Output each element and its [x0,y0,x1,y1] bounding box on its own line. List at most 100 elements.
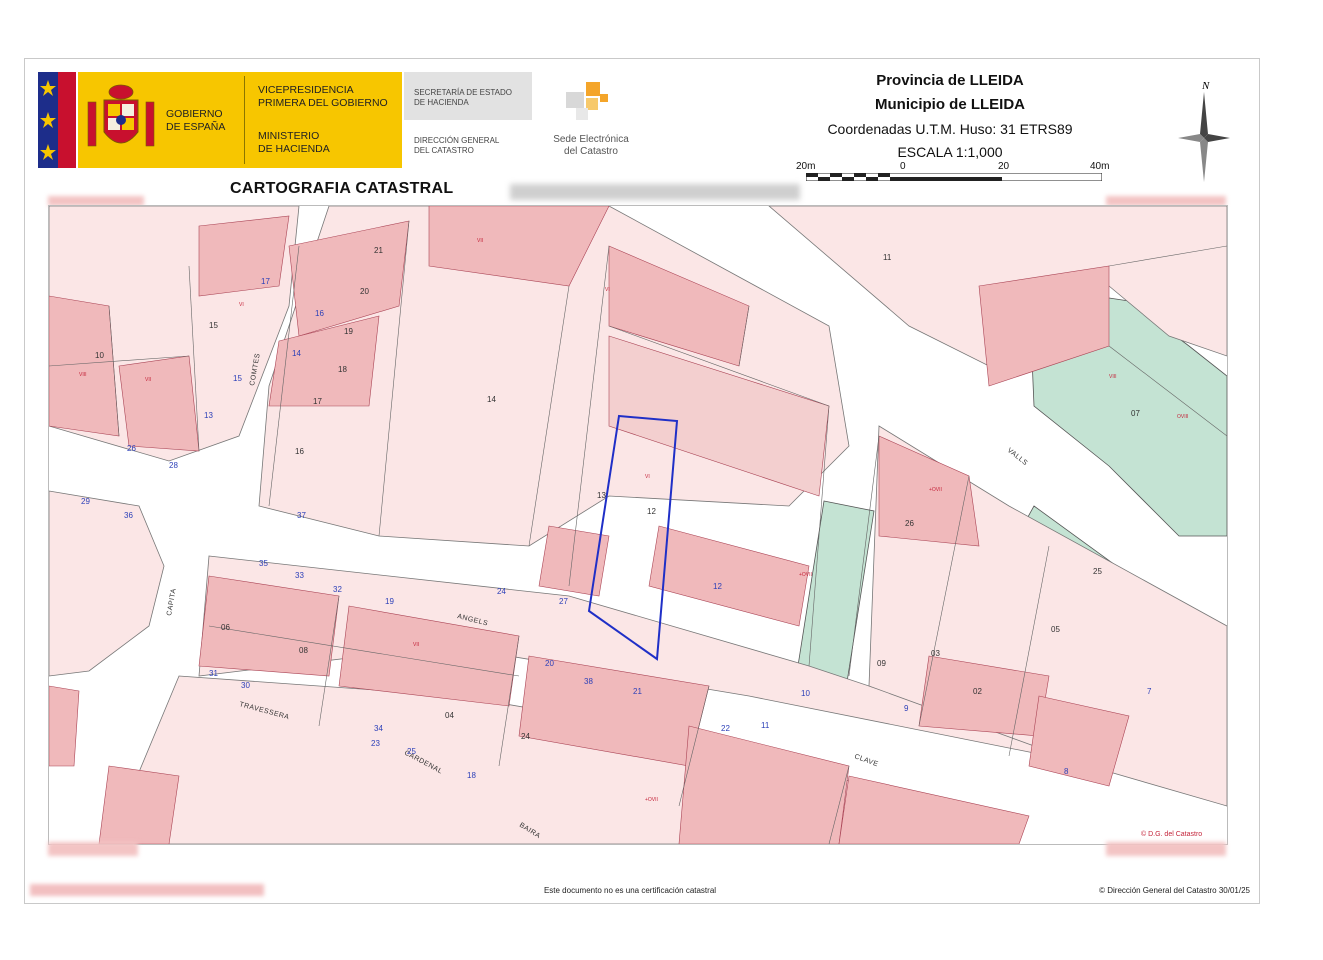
building [118,355,200,452]
house-number: 23 [371,739,380,748]
gov-name-line2: de España [166,121,226,133]
house-number: 19 [385,597,394,606]
cadastral-map[interactable]: COMTES VALLS ANGELS CAPITA CLAVE TRAVESS… [48,205,1228,845]
coordinates-label: Coordenadas U.T.M. Huso: 31 ETRS89 [827,121,1073,137]
sede-electronica-logo-icon [566,82,608,120]
house-number: 38 [584,677,593,686]
vice-line1: Vicepresidencia [258,84,354,96]
house-number: 26 [127,444,136,453]
svg-text:VI: VI [645,474,650,480]
house-number: 25 [407,747,416,756]
parcel-number: 24 [521,732,530,741]
building [648,525,810,627]
svg-text:VIII: VIII [79,372,87,378]
house-number: 30 [241,681,250,690]
redacted-bottom-right [1106,842,1226,856]
parcel-number: 16 [295,447,304,456]
svg-text:VI: VI [605,287,610,293]
north-arrow-icon: N [1178,80,1230,182]
house-number: 10 [801,689,810,698]
house-number: 8 [1064,767,1069,776]
secretaria-line1: Secretaría de Estado [414,88,512,97]
parcel-number: 11 [883,253,892,262]
house-number: 11 [761,721,770,730]
parcel-number: 20 [360,287,369,296]
parcel-number: 14 [487,395,496,404]
svg-text:+OVII: +OVII [799,572,812,578]
scale-tick-1: 0 [900,161,906,172]
sede-electronica-label: Sede Electrónica del Catastro [546,134,636,158]
house-number: 36 [124,511,133,520]
svg-text:+OVII: +OVII [929,487,942,493]
parcel-number: 17 [313,397,322,406]
footer-copyright: © Dirección General del Catastro 30/01/2… [1099,886,1250,895]
house-number: 14 [292,349,301,358]
parcel-number: 09 [877,659,886,668]
house-number: 21 [633,687,642,696]
footer-disclaimer: Este documento no es una certificación c… [543,886,717,895]
building [198,215,290,297]
house-number: 28 [169,461,178,470]
scale-bar [806,173,1102,181]
scale-tick-3: 40m [1090,161,1110,172]
house-number: 35 [259,559,268,568]
house-number: 29 [81,497,90,506]
building [49,685,80,767]
parcel-number: 10 [95,351,104,360]
street-label-valls: VALLS [1006,447,1029,467]
parcel-number: 08 [299,646,308,655]
house-number: 32 [333,585,342,594]
north-label: N [1201,80,1210,92]
house-number: 20 [545,659,554,668]
redacted-footer-reference [30,884,264,896]
map-copyright-mark: © D.G. del Catastro [1141,830,1202,838]
province-label: Provincia de LLEIDA [876,72,1024,89]
building [538,525,610,597]
parcel-number: 13 [597,491,606,500]
parcel-number: 02 [973,687,982,696]
parcel-number: 04 [445,711,454,720]
house-number: 24 [497,587,506,596]
building [98,765,180,844]
building [838,775,1030,844]
svg-text:+OVII: +OVII [645,797,658,803]
parcel-number: 06 [221,623,230,632]
ministry-line2: de Hacienda [258,143,330,155]
coat-of-arms-icon [87,84,155,147]
svg-text:VIII: VIII [1109,374,1117,380]
redacted-bottom-left [48,842,138,856]
house-number: 7 [1147,687,1152,696]
house-number: 9 [904,704,909,713]
scale-label: ESCALA 1:1,000 [897,144,1003,160]
municipality-label: Municipio de LLEIDA [875,96,1025,113]
house-number: 37 [297,511,306,520]
ministry-line1: Ministerio [258,130,320,142]
parcel-number: 25 [1093,567,1102,576]
map-canvas[interactable]: COMTES VALLS ANGELS CAPITA CLAVE TRAVESS… [49,206,1227,844]
parcel-number: 15 [209,321,218,330]
scale-tick-2: 20 [998,161,1010,172]
parcel-number: 19 [344,327,353,336]
vice-line2: Primera del Gobierno [258,97,388,109]
house-number: 27 [559,597,568,606]
svg-text:VII: VII [413,642,419,648]
sede-line1: Sede Electrónica [553,134,629,145]
building [49,295,120,437]
parcel-number: 21 [374,246,383,255]
parcel-number: 07 [1131,409,1140,418]
svg-text:VII: VII [145,377,151,383]
street-label-clave: CLAVE [853,753,879,768]
direccion-line2: del Catastro [414,146,474,155]
secretaria-line2: de Hacienda [414,98,469,107]
direccion-line1: Dirección General [414,136,500,145]
scale-tick-0: 20m [796,161,816,172]
house-number: 31 [209,669,218,678]
redacted-reference [510,184,800,200]
house-number: 13 [204,411,213,420]
parcel-number: 26 [905,519,914,528]
parcel-number: 05 [1051,625,1060,634]
page-title: CARTOGRAFIA CATASTRAL [230,180,454,197]
svg-text:OVIII: OVIII [1177,414,1188,420]
house-number: 18 [467,771,476,780]
house-number: 15 [233,374,242,383]
